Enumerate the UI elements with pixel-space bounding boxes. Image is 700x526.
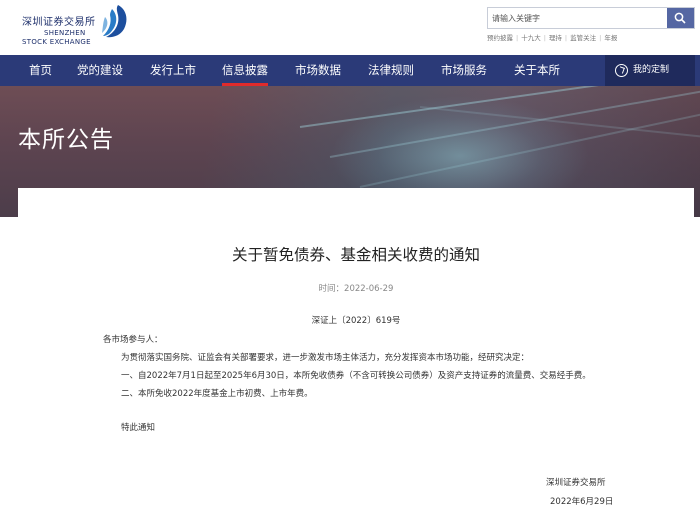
- salutation: 各市场参与人：: [103, 335, 163, 345]
- nav-item-home[interactable]: 首页: [29, 55, 52, 86]
- main-nav: 首页 党的建设 发行上市 信息披露 市场数据 法律规则 市场服务 关于本所 我的…: [0, 55, 700, 86]
- search-button[interactable]: [667, 8, 694, 28]
- paragraph: 二、本所免收2022年度基金上市初费、上市年费。: [121, 389, 313, 399]
- nav-item-rules[interactable]: 法律规则: [368, 55, 414, 86]
- szse-emblem-icon: [102, 5, 127, 38]
- nav-item-market-services[interactable]: 市场服务: [441, 55, 487, 86]
- top-header: 深圳证券交易所 SHENZHEN STOCK EXCHANGE 预约披露|十九大…: [0, 0, 700, 55]
- page-title: 本所公告: [18, 127, 114, 153]
- paragraph: 为贯彻落实国务院、证监会有关部署要求，进一步激发市场主体活力，充分发挥资本市场功…: [121, 353, 530, 363]
- signature-date: 2022年6月29日: [550, 497, 614, 507]
- signature-organization: 深圳证券交易所: [546, 478, 606, 488]
- document-number: 深证上〔2022〕619号: [311, 316, 401, 326]
- article-title: 关于暂免债券、基金相关收费的通知: [231, 246, 480, 264]
- my-custom-button[interactable]: 我的定制: [605, 55, 695, 86]
- paragraph: 一、自2022年7月1日起至2025年6月30日，本所免收债券（不含可转换公司债…: [121, 371, 591, 381]
- search-input[interactable]: [488, 8, 669, 28]
- quick-link[interactable]: 监管关注: [570, 34, 596, 42]
- quick-link[interactable]: 十九大: [521, 34, 541, 42]
- compass-icon: [615, 64, 628, 77]
- quick-links: 预约披露 | 十九大 | 理持 | 监管关注 | 年报: [487, 34, 618, 42]
- nav-item-about[interactable]: 关于本所: [514, 55, 560, 86]
- article-time: 时间：2022-06-29: [318, 284, 394, 294]
- nav-item-market-data[interactable]: 市场数据: [295, 55, 341, 86]
- nav-item-party-building[interactable]: 党的建设: [77, 55, 123, 86]
- search-box: [487, 7, 695, 29]
- closing-text: 特此通知: [121, 423, 156, 433]
- quick-link[interactable]: 预约披露: [487, 34, 513, 42]
- article-card: 关于暂免债券、基金相关收费的通知 时间：2022-06-29 深证上〔2022〕…: [18, 188, 694, 526]
- logo-english-line2: STOCK EXCHANGE: [22, 38, 91, 46]
- nav-item-disclosure[interactable]: 信息披露: [222, 55, 268, 86]
- nav-item-listing[interactable]: 发行上市: [150, 55, 196, 86]
- szse-logo[interactable]: 深圳证券交易所 SHENZHEN STOCK EXCHANGE: [22, 3, 132, 51]
- quick-link[interactable]: 理持: [549, 34, 562, 42]
- quick-link[interactable]: 年报: [604, 34, 617, 42]
- my-custom-label: 我的定制: [633, 65, 670, 75]
- logo-english-line1: SHENZHEN: [44, 29, 86, 37]
- logo-chinese-name: 深圳证券交易所: [22, 17, 96, 28]
- search-icon: [674, 12, 686, 24]
